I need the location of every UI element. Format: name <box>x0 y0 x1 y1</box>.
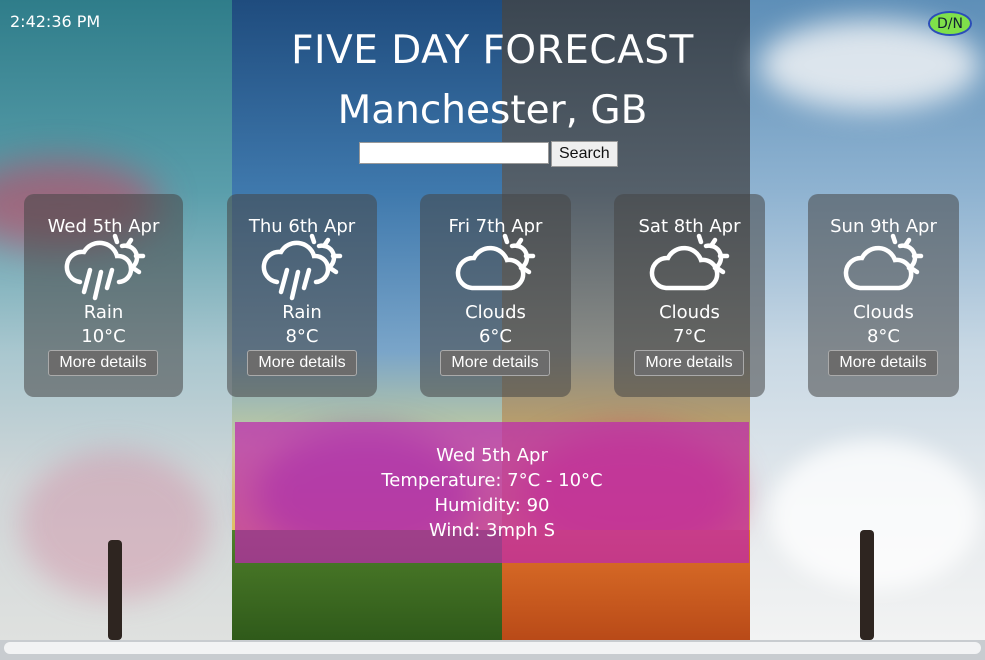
forecast-card[interactable]: Wed 5th Apr Rain 10°C More details <box>24 194 183 397</box>
forecast-card[interactable]: Fri 7th Apr Clouds 6°C More details <box>420 194 571 397</box>
winter-tree-canopy <box>770 440 980 590</box>
forecast-condition: Clouds <box>853 302 914 323</box>
more-details-button[interactable]: More details <box>828 350 938 376</box>
clouds-icon <box>843 233 924 291</box>
clouds-icon <box>649 233 730 291</box>
page-title: FIVE DAY FORECAST <box>291 28 694 73</box>
forecast-temperature: 10°C <box>81 326 126 347</box>
more-details-button[interactable]: More details <box>440 350 550 376</box>
details-wind: Wind: 3mph S <box>429 520 555 541</box>
scrollbar[interactable] <box>4 642 981 654</box>
forecast-card[interactable]: Thu 6th Apr Rain 8°C More details <box>227 194 377 397</box>
rain-icon <box>64 233 146 301</box>
forecast-temperature: 7°C <box>672 326 707 347</box>
forecast-condition: Clouds <box>465 302 526 323</box>
location-title: Manchester, GB <box>337 88 648 133</box>
details-date: Wed 5th Apr <box>436 445 548 466</box>
details-panel: Wed 5th Apr Temperature: 7°C - 10°C Humi… <box>235 422 749 563</box>
tree-trunk <box>860 530 874 640</box>
more-details-button[interactable]: More details <box>247 350 357 376</box>
forecast-condition: Rain <box>282 302 322 323</box>
clouds-icon <box>455 233 536 291</box>
more-details-button[interactable]: More details <box>634 350 744 376</box>
forecast-condition: Rain <box>83 302 124 323</box>
forecast-temperature: 8°C <box>866 326 901 347</box>
details-humidity: Humidity: 90 <box>434 495 550 516</box>
forecast-condition: Clouds <box>659 302 720 323</box>
forecast-temperature: 6°C <box>478 326 513 347</box>
forecast-temperature: 8°C <box>285 326 319 347</box>
rain-icon <box>261 233 343 301</box>
window-bottom-bar <box>0 640 985 660</box>
details-temperature: Temperature: 7°C - 10°C <box>381 470 603 491</box>
tree-trunk <box>108 540 122 640</box>
more-details-button[interactable]: More details <box>48 350 158 376</box>
forecast-card[interactable]: Sun 9th Apr Clouds 8°C More details <box>808 194 959 397</box>
search-button[interactable]: Search <box>551 141 618 167</box>
search-input[interactable] <box>359 142 549 164</box>
search-bar: Search <box>359 141 618 167</box>
forecast-card[interactable]: Sat 8th Apr Clouds 7°C More details <box>614 194 765 397</box>
